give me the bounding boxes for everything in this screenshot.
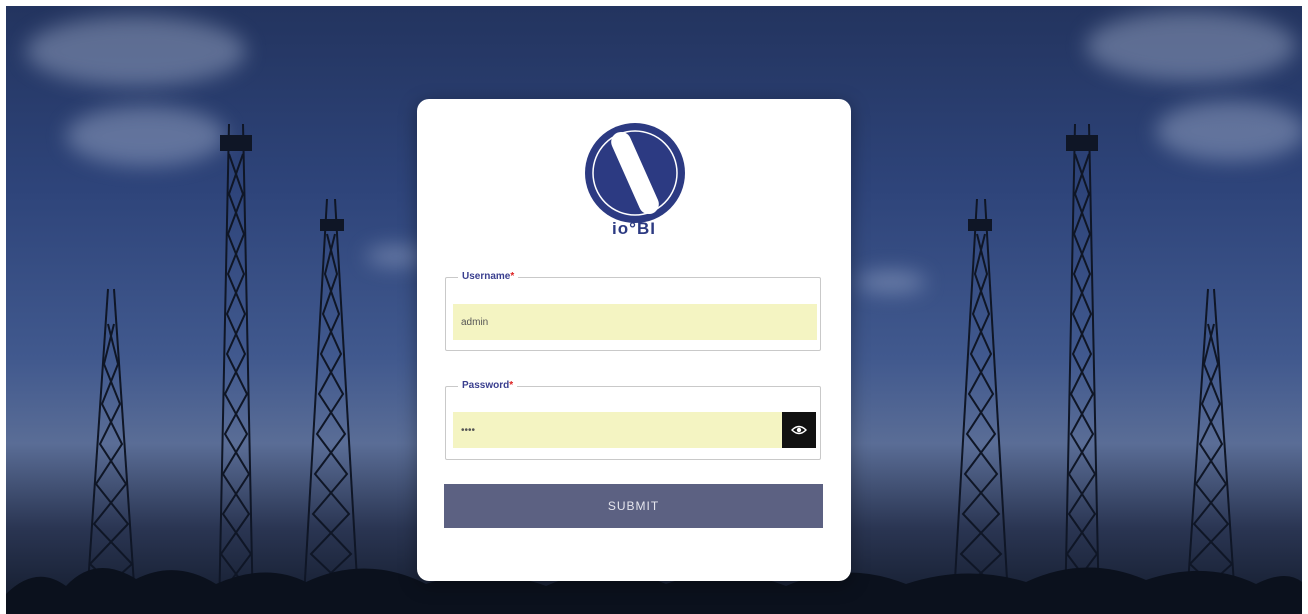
cloud (1086, 11, 1296, 81)
username-field: Username* (445, 271, 821, 351)
submit-button[interactable]: SUBMIT (444, 484, 823, 528)
brand-logo-icon (585, 123, 685, 223)
username-label: Username* (462, 271, 515, 282)
eye-icon (791, 425, 807, 435)
password-label: Password* (462, 380, 514, 391)
login-card: io°BI Username* Password* SUBMIT (417, 99, 851, 581)
show-password-button[interactable] (782, 412, 816, 448)
cloud (856, 271, 926, 293)
cloud (26, 16, 246, 86)
password-field: Password* (445, 380, 821, 460)
username-input[interactable] (453, 304, 817, 340)
password-input[interactable] (453, 412, 783, 448)
brand-name: io°BI (612, 219, 656, 238)
cloud (1156, 101, 1302, 161)
